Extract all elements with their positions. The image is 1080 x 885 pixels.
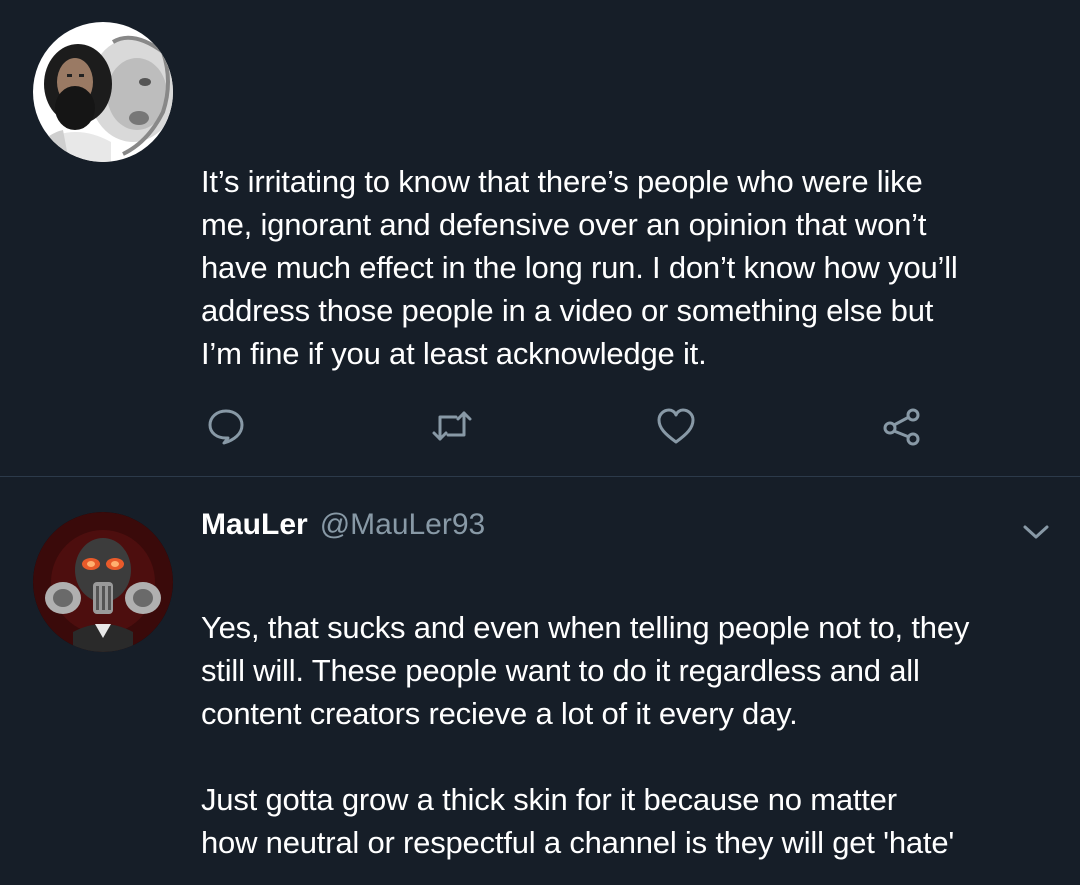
retweet-icon: [430, 406, 474, 446]
reply-button[interactable]: [202, 402, 250, 450]
tweet-1: It’s irritating to know that there’s peo…: [0, 0, 1080, 477]
handle[interactable]: @MauLer93: [320, 508, 486, 542]
heart-icon: [655, 406, 697, 446]
display-name[interactable]: MauLer: [201, 508, 308, 542]
divider: [0, 476, 1080, 477]
share-button[interactable]: [878, 402, 926, 450]
share-icon: [880, 406, 924, 446]
tweet-2: MauLer @MauLer93 Yes, that sucks and eve…: [0, 478, 1080, 885]
like-button[interactable]: [652, 402, 700, 450]
tweet-text: Yes, that sucks and even when telling pe…: [201, 610, 970, 860]
reply-icon: [206, 406, 246, 446]
tweet-actions: [0, 402, 1080, 450]
tweet-text: It’s irritating to know that there’s peo…: [201, 164, 958, 371]
tweet-menu-button[interactable]: [1014, 518, 1058, 550]
retweet-button[interactable]: [428, 402, 476, 450]
avatar[interactable]: [33, 22, 173, 162]
avatar[interactable]: [33, 512, 173, 652]
chevron-down-icon: [1021, 522, 1051, 547]
tweet-header: MauLer @MauLer93: [201, 508, 485, 548]
